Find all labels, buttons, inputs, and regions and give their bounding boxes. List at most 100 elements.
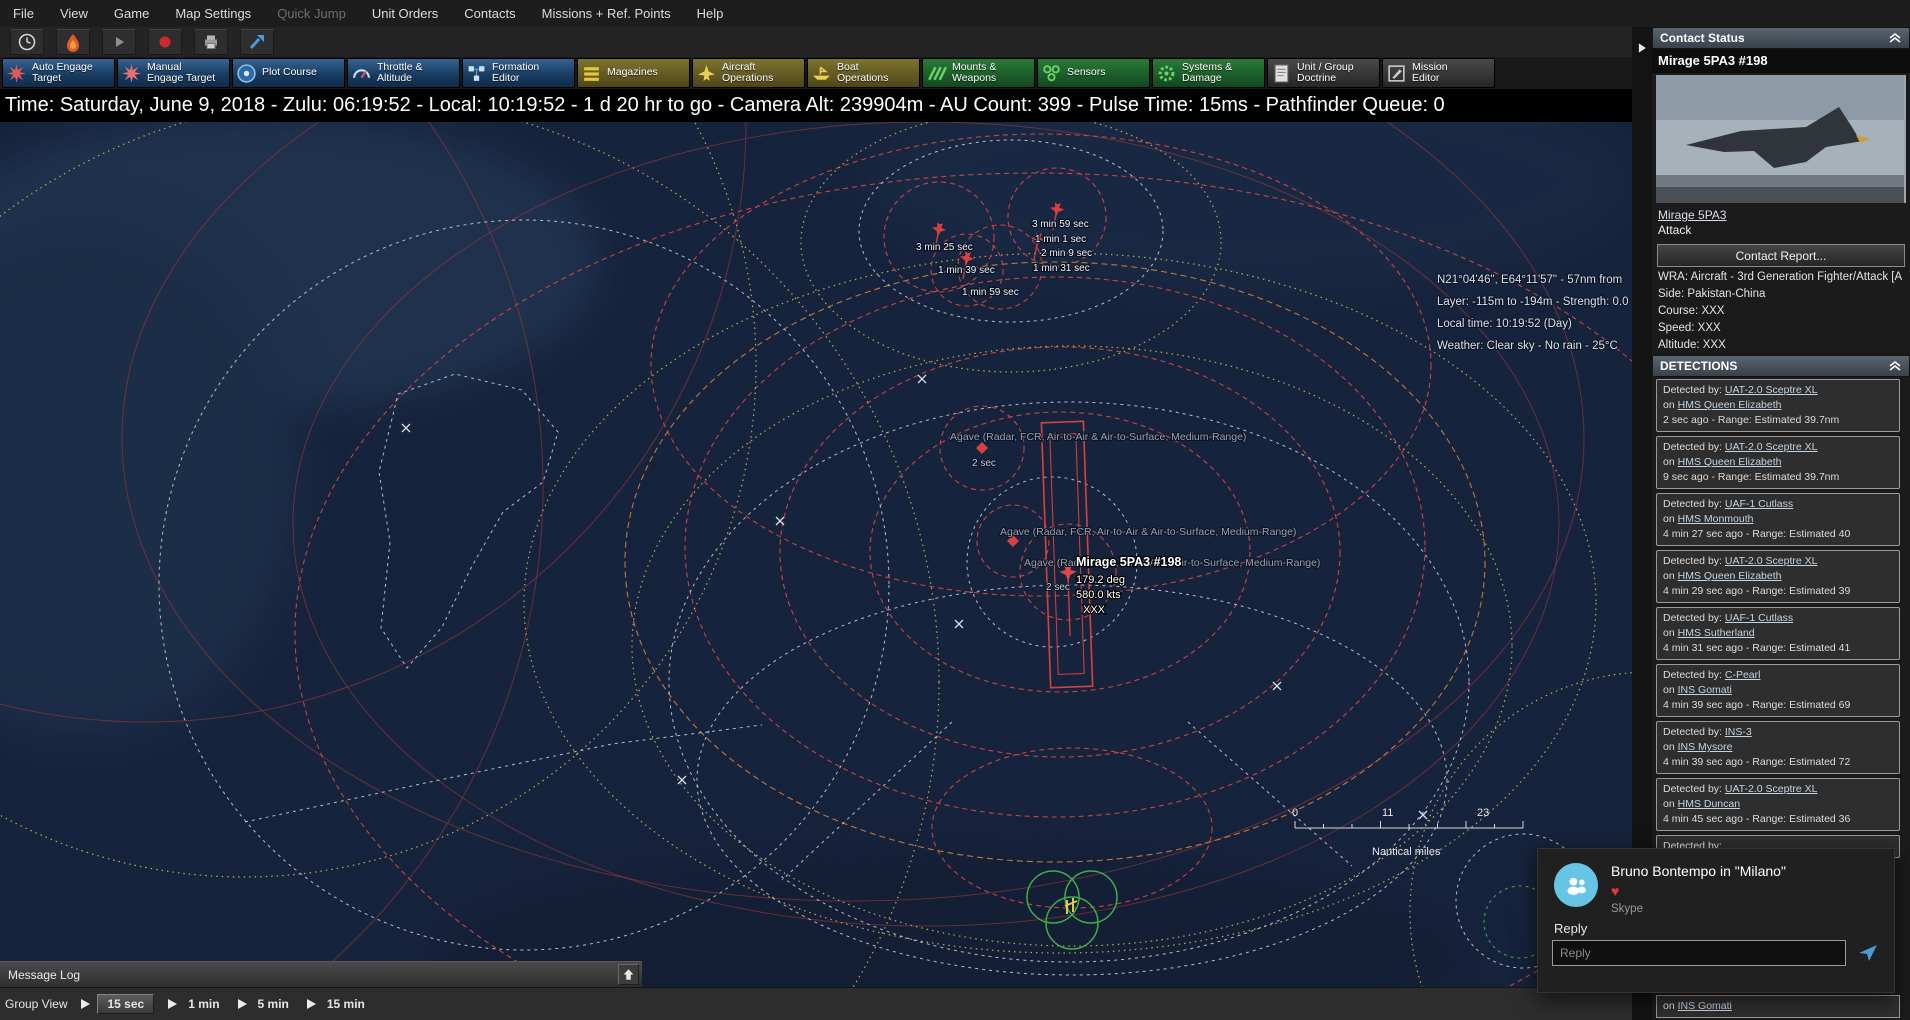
detection-platform-link[interactable]: HMS Queen Elizabeth [1678,570,1782,582]
detection-entry[interactable]: Detected by: UAT-2.0 Sceptre XL on HMS D… [1656,778,1900,831]
speed-label[interactable]: 5 min [254,995,293,1013]
detection-platform-link[interactable]: HMS Monmouth [1678,513,1754,525]
detection-entry[interactable]: Detected by: UAT-2.0 Sceptre XL on HMS Q… [1656,436,1900,489]
ribbon-sensors-button[interactable]: Sensors [1037,58,1150,88]
detection-platform-link[interactable]: HMS Queen Elizabeth [1678,399,1782,411]
ribbon-mission-editor-button[interactable]: MissionEditor [1382,58,1495,88]
boat-operations-icon [811,63,832,84]
formation-editor-icon [466,63,487,84]
systems-damage-icon [1156,63,1177,84]
magazines-icon [581,63,602,84]
contact-speed-line: Speed: XXX [1652,321,1910,338]
group-view-toggle[interactable]: Group View [5,997,67,1011]
detection-entry[interactable]: Detected by: C-Pearl on INS Gomati 4 min… [1656,664,1900,717]
ribbon-manual-engage-target-button[interactable]: ManualEngage Target [117,58,230,88]
group-people-icon [1563,872,1589,898]
aircraft-photo-image [1656,75,1904,203]
contact-datablock-speed: 580.0 kts [1076,589,1121,601]
unit-class-link[interactable]: Mirage 5PA3 [1652,205,1910,223]
detection-sensor-link[interactable]: UAT-2.0 Sceptre XL [1725,384,1818,396]
ribbon-plot-course-button[interactable]: Plot Course [232,58,345,88]
jump-button[interactable] [240,29,274,55]
speed-label[interactable]: 15 min [323,995,369,1013]
sidebar-collapse-button[interactable] [1634,33,1650,63]
ribbon-auto-engage-target-button[interactable]: Auto EngageTarget [2,58,115,88]
on-label: on [1663,684,1675,696]
cursor-localtime-info: Local time: 10:19:52 (Day) [1437,318,1572,330]
menu-missions-ref-points[interactable]: Missions + Ref. Points [529,6,684,21]
detection-platform-link[interactable]: HMS Sutherland [1678,627,1755,639]
menu-game[interactable]: Game [101,6,162,21]
reply-label: Reply [1538,915,1894,940]
detection-sensor-link[interactable]: UAT-2.0 Sceptre XL [1725,555,1818,567]
detection-entry[interactable]: Detected by: UAT-2.0 Sceptre XL on HMS Q… [1656,550,1900,603]
flame-button[interactable] [56,29,90,55]
ribbon-systems-damage-button[interactable]: Systems &Damage [1152,58,1265,88]
detections-header[interactable]: DETECTIONS [1652,355,1910,377]
ribbon-boat-operations-button[interactable]: BoatOperations [807,58,920,88]
detection-sensor-link[interactable]: UAF-1 Cutlass [1725,612,1793,624]
menu-quick-jump[interactable]: Quick Jump [264,6,359,21]
detection-sensor-link[interactable]: UAT-2.0 Sceptre XL [1725,441,1818,453]
record-icon [155,32,175,52]
detection-platform-link[interactable]: INS Gomati [1678,1000,1732,1012]
detection-entry[interactable]: Detected by: UAF-1 Cutlass on HMS Suther… [1656,607,1900,660]
contact-report-button[interactable]: Contact Report... [1657,244,1905,267]
collapse-chevrons-icon[interactable] [1888,360,1902,372]
detection-platform-link[interactable]: INS Mysore [1678,741,1733,753]
ribbon-throttle-altitude-button[interactable]: Throttle &Altitude [347,58,460,88]
detection-platform-link[interactable]: INS Gomati [1678,684,1732,696]
bottom-control-bar: Group View 15 sec 1 min 5 min 15 min [0,987,1632,1020]
time-status-bar: Time: Saturday, June 9, 2018 - Zulu: 06:… [0,89,1632,122]
play-triangle-icon [168,999,177,1009]
detection-entry-bottom-partial[interactable]: on INS Gomati [1656,995,1900,1018]
detection-platform-link[interactable]: HMS Queen Elizabeth [1678,456,1782,468]
record-button[interactable] [148,29,182,55]
detection-sensor-link[interactable]: C-Pearl [1725,669,1761,681]
time-compression-15min[interactable]: 15 min [307,995,369,1013]
menu-view[interactable]: View [47,6,101,21]
time-comp극ression-1min[interactable]: 1 min [168,995,223,1013]
speed-label[interactable]: 1 min [184,995,223,1013]
collapse-chevrons-icon[interactable] [1888,32,1902,44]
intercept-timer: 3 min 25 sec [916,242,973,253]
detection-entry[interactable]: Detected by: UAF-1 Cutlass on HMS Monmou… [1656,493,1900,546]
detection-sensor-link[interactable]: INS-3 [1725,726,1752,738]
ribbon-formation-editor-button[interactable]: FormationEditor [462,58,575,88]
send-icon[interactable] [1856,941,1880,965]
contact-status-header[interactable]: Contact Status [1652,27,1910,49]
contact-datablock-course: 179.2 deg [1076,574,1125,586]
detection-sensor-link[interactable]: UAT-2.0 Sceptre XL [1725,783,1818,795]
detection-entry[interactable]: Detected by: UAT-2.0 Sceptre XL on HMS Q… [1656,379,1900,432]
detection-entry[interactable]: Detected by: INS-3 on INS Mysore 4 min 3… [1656,721,1900,774]
ribbon-toolbar: Auto EngageTarget ManualEngage Target Pl… [0,57,1632,89]
menu-file[interactable]: File [0,6,47,21]
tactical-map[interactable]: 3 min 59 sec 1 min 1 sec 2 min 9 sec 1 m… [0,122,1632,987]
time-compression-15sec[interactable]: 15 sec [81,994,154,1014]
speed-label[interactable]: 15 sec [97,994,154,1014]
play-button[interactable] [102,29,136,55]
ribbon-magazines-button[interactable]: Magazines [577,58,690,88]
menu-contacts[interactable]: Contacts [451,6,528,21]
reply-input[interactable] [1552,940,1846,966]
detection-sensor-link[interactable]: UAF-1 Cutlass [1725,498,1793,510]
menu-unit-orders[interactable]: Unit Orders [359,6,451,21]
contact-photo [1656,75,1906,203]
detection-platform-link[interactable]: HMS Duncan [1678,798,1740,810]
detection-age: 4 min 27 sec ago - Range: Estimated 40 [1663,527,1893,542]
contact-side-line: Side: Pakistan-China [1652,287,1910,304]
skype-notification-toast[interactable]: Bruno Bontempo in "Milano" ♥ Skype Reply [1537,848,1895,993]
ribbon-label: Plot Course [262,67,317,79]
ribbon-unit-group-doctrine-button[interactable]: Unit / GroupDoctrine [1267,58,1380,88]
menu-help[interactable]: Help [684,6,737,21]
menu-map-settings[interactable]: Map Settings [162,6,264,21]
play-triangle-icon [81,999,90,1009]
toast-title: Bruno Bontempo in "Milano" [1611,863,1786,879]
ribbon-aircraft-operations-button[interactable]: AircraftOperations [692,58,805,88]
printer-button[interactable] [194,29,228,55]
message-log-expand-button[interactable] [618,964,639,985]
ribbon-mounts-weapons-button[interactable]: Mounts &Weapons [922,58,1035,88]
clock-button[interactable] [10,29,44,55]
time-compression-5min[interactable]: 5 min [238,995,293,1013]
message-log-bar[interactable]: Message Log [0,961,642,987]
